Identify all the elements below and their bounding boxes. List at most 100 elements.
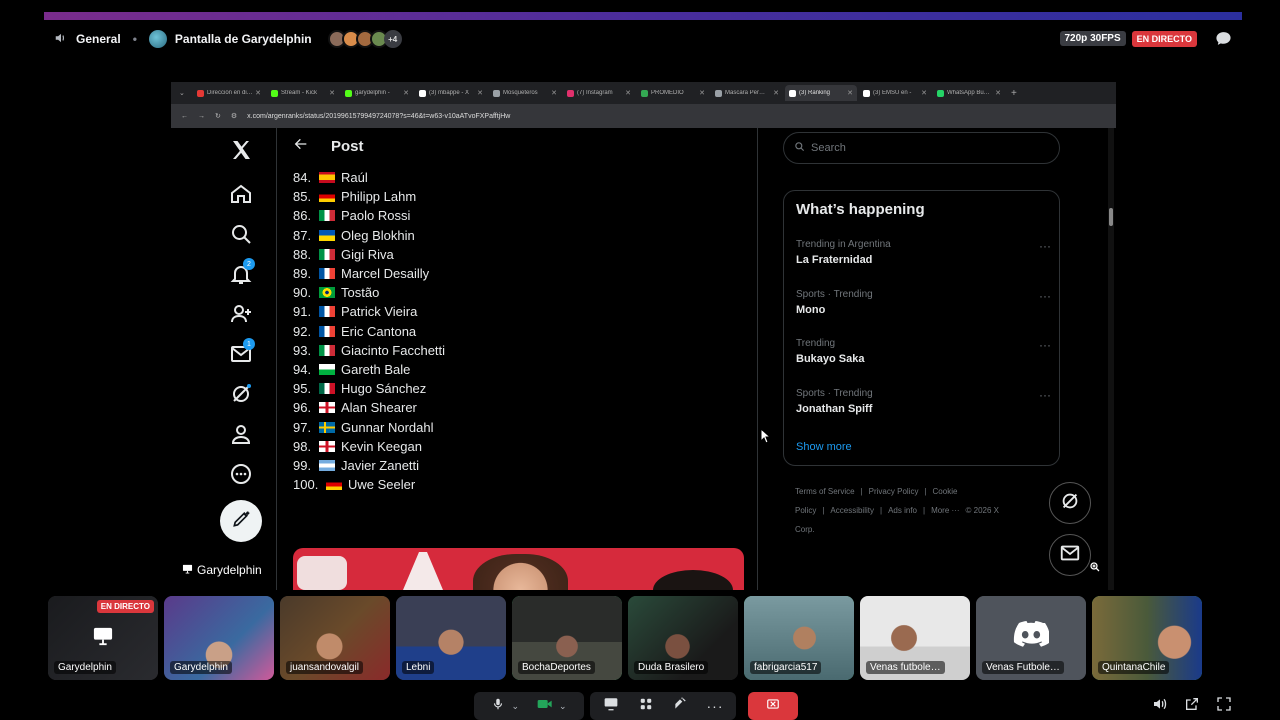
camera-icon[interactable] xyxy=(537,697,553,715)
rank-number: 100. xyxy=(293,477,319,493)
browser-tab[interactable]: PROMEDIO ✕ xyxy=(637,85,709,101)
site-info-icon[interactable]: ⚙ xyxy=(231,112,237,120)
tab-close-icon[interactable]: ✕ xyxy=(551,89,557,97)
participant-tile[interactable]: EN DIRECTO Garydelphin xyxy=(48,596,158,680)
tab-favicon-icon xyxy=(641,89,648,97)
tab-close-icon[interactable]: ✕ xyxy=(477,89,483,97)
trend-name: Bukayo Saka xyxy=(796,353,865,365)
browser-tab[interactable]: Dirección en di… ✕ xyxy=(193,85,265,101)
tab-close-icon[interactable]: ✕ xyxy=(329,89,335,97)
footer-link[interactable]: Ads info xyxy=(888,506,917,515)
trend-more-options-icon[interactable]: ··· xyxy=(1039,338,1051,352)
trend-more-options-icon[interactable]: ··· xyxy=(1039,289,1051,303)
page-scrollbar[interactable] xyxy=(1108,128,1114,590)
tab-close-icon[interactable]: ✕ xyxy=(773,89,779,97)
messages-floating-button[interactable] xyxy=(1049,534,1091,576)
tab-close-icon[interactable]: ✕ xyxy=(847,89,853,97)
participant-tile[interactable]: Lebni xyxy=(396,596,506,680)
browser-tab[interactable]: Stream - Kick ✕ xyxy=(267,85,339,101)
browser-tab[interactable]: (7) Instagram ✕ xyxy=(563,85,635,101)
post-media-image[interactable] xyxy=(293,548,744,590)
disconnect-button[interactable] xyxy=(748,692,798,720)
browser-tab[interactable]: Mascara Per… ✕ xyxy=(711,85,783,101)
shared-screen-browser[interactable]: ⌄ Dirección en di… ✕ Stream - Kick ✕ garydel… xyxy=(171,82,1116,590)
home-icon[interactable] xyxy=(229,182,253,206)
browser-tab[interactable]: (3) Ranking ✕ xyxy=(785,85,857,101)
compose-post-button[interactable] xyxy=(220,500,262,542)
zoom-magnifier-icon[interactable] xyxy=(1089,560,1101,578)
tab-close-icon[interactable]: ✕ xyxy=(625,89,631,97)
more-options-icon[interactable]: ··· xyxy=(707,698,724,714)
show-more-link[interactable]: Show more xyxy=(796,441,852,453)
activities-grid-icon[interactable] xyxy=(639,697,653,716)
browser-url-bar[interactable]: ← → ↻ ⚙ x.com/argenranks/status/20199615… xyxy=(171,104,1116,128)
tab-title: Mascara Per… xyxy=(725,90,766,96)
participant-tile[interactable]: fabrigarcia517 xyxy=(744,596,854,680)
browser-tab[interactable]: garydelphin - ✕ xyxy=(341,85,413,101)
ranking-row: 95. Hugo Sánchez xyxy=(293,379,445,398)
browser-tab[interactable]: WhatsApp Bu… ✕ xyxy=(933,85,1005,101)
trend-item[interactable]: Trending in Argentina La Fraternidad ··· xyxy=(796,239,1051,266)
trend-more-options-icon[interactable]: ··· xyxy=(1039,239,1051,253)
footer-separator: | xyxy=(880,506,883,515)
tab-close-icon[interactable]: ✕ xyxy=(255,89,261,97)
footer-link[interactable]: Privacy Policy xyxy=(869,487,919,496)
profile-person-icon[interactable] xyxy=(229,422,253,446)
screen-share-icon[interactable] xyxy=(603,697,619,716)
participant-tile[interactable]: juansandovalgil xyxy=(280,596,390,680)
browser-tab[interactable]: (3) EMSU en - ✕ xyxy=(859,85,931,101)
explore-search-icon[interactable] xyxy=(229,222,253,246)
participant-tile[interactable]: Garydelphin xyxy=(164,596,274,680)
x-logo-icon[interactable] xyxy=(229,138,253,162)
tab-list-chevron-icon[interactable]: ⌄ xyxy=(179,89,191,97)
tab-close-icon[interactable]: ✕ xyxy=(699,89,705,97)
chat-bubble-icon[interactable] xyxy=(1215,30,1232,47)
participant-tile[interactable]: Duda Brasilero xyxy=(628,596,738,680)
tab-close-icon[interactable]: ✕ xyxy=(995,89,1001,97)
page-scrollbar-thumb[interactable] xyxy=(1109,208,1113,226)
forward-arrow-icon[interactable]: → xyxy=(198,113,205,120)
browser-tab[interactable]: Mosqueteros ✕ xyxy=(489,85,561,101)
volume-icon[interactable] xyxy=(1152,696,1168,717)
flag-fr-icon xyxy=(319,306,335,318)
fullscreen-icon[interactable] xyxy=(1216,696,1232,717)
trend-name: La Fraternidad xyxy=(796,254,873,266)
notifications-bell-icon[interactable]: 2 xyxy=(229,258,255,286)
player-name: Hugo Sánchez xyxy=(341,381,427,397)
back-arrow-icon[interactable] xyxy=(293,136,309,157)
pop-out-icon[interactable] xyxy=(1184,696,1200,717)
trend-item[interactable]: Trending Bukayo Saka ··· xyxy=(796,338,1051,365)
url-text[interactable]: x.com/argenranks/status/2019961579949724… xyxy=(247,113,510,120)
soundboard-icon[interactable] xyxy=(673,696,687,716)
microphone-icon[interactable] xyxy=(491,697,505,716)
trend-item[interactable]: Sports · Trending Mono ··· xyxy=(796,289,1051,316)
participant-tile[interactable]: Venas futbole… xyxy=(860,596,970,680)
trend-more-options-icon[interactable]: ··· xyxy=(1039,388,1051,402)
ranking-row: 84. Raúl xyxy=(293,168,445,187)
reload-icon[interactable]: ↻ xyxy=(215,112,221,120)
grok-floating-button[interactable] xyxy=(1049,482,1091,524)
follow-person-add-icon[interactable] xyxy=(229,302,253,326)
tab-favicon-icon xyxy=(789,89,796,97)
camera-options-chevron-icon[interactable]: ⌄ xyxy=(559,701,567,712)
rank-number: 87. xyxy=(293,227,312,243)
tab-close-icon[interactable]: ✕ xyxy=(921,89,927,97)
participant-tile[interactable]: QuintanaChile xyxy=(1092,596,1202,680)
participant-tile[interactable]: Venas Futbole… xyxy=(976,596,1086,680)
messages-envelope-icon[interactable]: 1 xyxy=(229,338,255,366)
more-circle-icon[interactable] xyxy=(229,462,253,486)
mic-options-chevron-icon[interactable]: ⌄ xyxy=(511,701,519,712)
grok-icon[interactable] xyxy=(229,382,253,406)
trend-item[interactable]: Sports · Trending Jonathan Spiff ··· xyxy=(796,388,1051,415)
viewer-avatars[interactable]: +4 xyxy=(324,30,402,48)
footer-link[interactable]: More ··· xyxy=(931,506,959,515)
participant-tile[interactable]: BochaDeportes xyxy=(512,596,622,680)
footer-link[interactable]: Terms of Service xyxy=(795,487,855,496)
browser-tab[interactable]: (3) mbappe - X ✕ xyxy=(415,85,487,101)
footer-link[interactable]: Accessibility xyxy=(830,506,874,515)
new-tab-plus-icon[interactable]: + xyxy=(1011,88,1017,99)
back-arrow-icon[interactable]: ← xyxy=(181,113,188,120)
search-input[interactable]: Search xyxy=(783,132,1060,164)
tab-close-icon[interactable]: ✕ xyxy=(403,89,409,97)
channel-name[interactable]: General xyxy=(76,32,121,46)
